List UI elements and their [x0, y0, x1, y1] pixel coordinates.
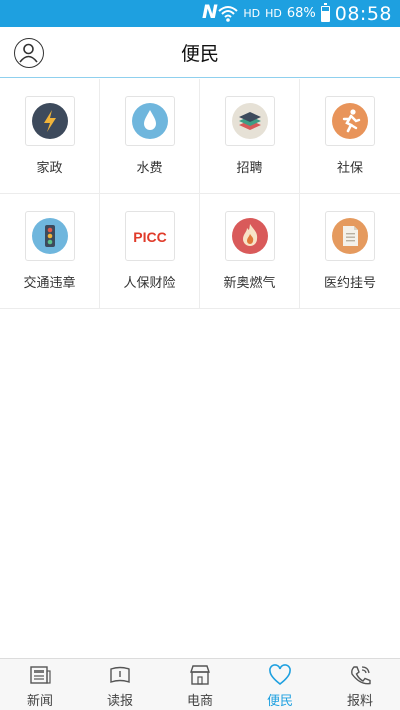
service-item-housekeeping[interactable]: 家政	[0, 79, 100, 193]
icon-frame: PICC	[125, 211, 175, 261]
service-item-social-security[interactable]: 社保	[300, 79, 400, 193]
tab-label: 新闻	[26, 694, 53, 709]
battery-icon	[320, 2, 330, 22]
service-label: 人保财险	[123, 276, 176, 291]
service-label: 新奥燃气	[223, 276, 276, 291]
nfc-icon: N	[202, 1, 218, 23]
document-icon	[332, 218, 368, 254]
grid-row: 家政 水费 招聘 社保	[0, 79, 400, 194]
service-label: 医约挂号	[323, 276, 376, 291]
traffic-light-icon	[32, 218, 68, 254]
service-label: 招聘	[236, 161, 263, 176]
service-item-picc[interactable]: PICC 人保财险	[100, 194, 200, 308]
icon-frame	[225, 96, 275, 146]
icon-frame	[325, 211, 375, 261]
icon-frame	[25, 211, 75, 261]
page-title: 便民	[180, 43, 219, 65]
layers-icon	[232, 103, 268, 139]
water-drop-icon	[132, 103, 168, 139]
service-item-hospital-appointment[interactable]: 医约挂号	[300, 194, 400, 308]
tab-label: 便民	[266, 694, 293, 709]
battery-percent: 68%	[286, 6, 316, 21]
tab-ecommerce[interactable]: 电商	[160, 659, 240, 710]
service-item-gas[interactable]: 新奥燃气	[200, 194, 300, 308]
clock: 08:58	[334, 2, 392, 25]
tab-convenience[interactable]: 便民	[240, 659, 320, 710]
tab-report[interactable]: 报料	[320, 659, 400, 710]
icon-frame	[325, 96, 375, 146]
tab-label: 报料	[346, 694, 373, 709]
service-label: 水费	[136, 161, 163, 176]
phone-icon	[348, 664, 372, 686]
icon-frame	[25, 96, 75, 146]
lightning-icon	[32, 103, 68, 139]
shop-icon	[188, 664, 212, 686]
icon-frame	[125, 96, 175, 146]
service-label: 社保	[336, 161, 363, 176]
status-bar: N HD HD 68% 08:58	[0, 0, 400, 27]
wifi-icon	[218, 5, 238, 23]
service-item-water-bill[interactable]: 水费	[100, 79, 200, 193]
heart-icon	[268, 664, 292, 686]
service-label: 家政	[36, 161, 63, 176]
picc-logo: PICC	[133, 229, 166, 245]
service-item-traffic-violation[interactable]: 交通违章	[0, 194, 100, 308]
service-grid: 家政 水费 招聘 社保 交通违章 PICC 人保财险 新奥燃气 医约挂号	[0, 79, 400, 309]
header: 便民	[0, 27, 400, 78]
running-person-icon	[332, 103, 368, 139]
news-icon	[28, 664, 52, 686]
tab-label: 电商	[186, 694, 213, 709]
svg-text:PICC: PICC	[133, 229, 166, 245]
tab-label: 读报	[106, 694, 133, 709]
flame-icon	[232, 218, 268, 254]
hd-icon: HD	[265, 7, 282, 20]
hd-icon: HD	[243, 7, 261, 20]
newspaper-icon	[108, 664, 132, 686]
service-item-recruitment[interactable]: 招聘	[200, 79, 300, 193]
icon-frame	[225, 211, 275, 261]
bottom-tab-bar: 新闻 读报 电商 便民 报料	[0, 658, 400, 710]
tab-news[interactable]: 新闻	[0, 659, 80, 710]
service-label: 交通违章	[23, 276, 76, 291]
grid-row: 交通违章 PICC 人保财险 新奥燃气 医约挂号	[0, 194, 400, 309]
tab-read-paper[interactable]: 读报	[80, 659, 160, 710]
